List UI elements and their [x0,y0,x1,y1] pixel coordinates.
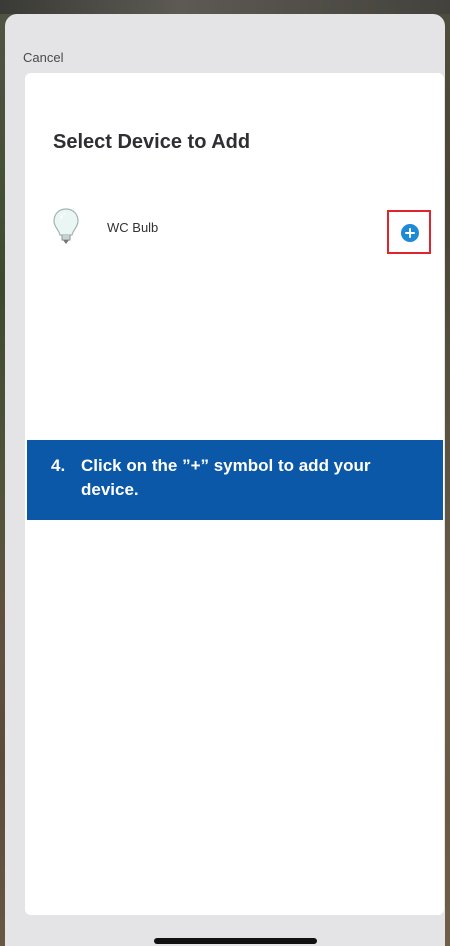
top-strip [0,0,450,14]
callout-text: Click on the ”+” symbol to add your devi… [81,456,371,499]
device-list-item[interactable]: WC Bulb [25,203,444,254]
add-circle-icon[interactable] [401,224,419,242]
page-title: Select Device to Add [53,131,251,153]
callout-step-number: 4. [51,456,66,475]
add-device-button[interactable] [387,210,431,254]
lightbulb-icon [53,208,79,244]
instruction-callout: 4. Click on the ”+” symbol to add your d… [27,440,443,520]
home-indicator [154,938,317,944]
cancel-button[interactable]: Cancel [23,50,63,65]
device-name: WC Bulb [107,220,159,235]
